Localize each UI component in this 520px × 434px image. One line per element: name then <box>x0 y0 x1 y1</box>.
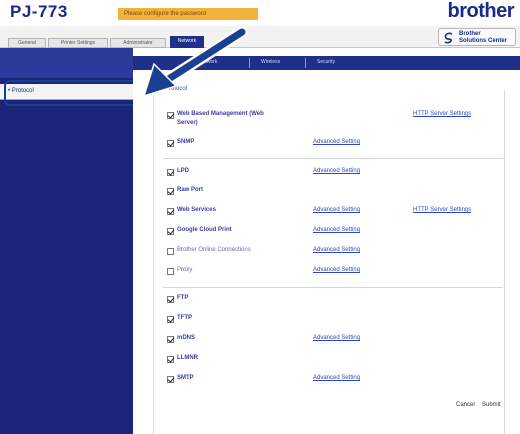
protocol-label: SMTP <box>177 375 194 381</box>
checkbox-mdns[interactable] <box>167 336 174 343</box>
checkbox-smtp[interactable] <box>167 376 174 383</box>
protocol-row-raw-port: Raw Port <box>167 186 497 198</box>
advanced-setting-link[interactable]: Advanced Setting <box>313 139 360 145</box>
checkbox-web-server[interactable] <box>167 112 174 119</box>
tab-general[interactable]: General <box>8 38 46 48</box>
sidebar-header <box>0 48 133 78</box>
protocol-row-proxy: Proxy Advanced Setting <box>167 266 497 278</box>
model-name: PJ-773 <box>10 2 68 21</box>
advanced-setting-link[interactable]: Advanced Setting <box>313 168 360 174</box>
checkbox-proxy[interactable] <box>167 268 174 275</box>
subtab-security[interactable]: Security <box>317 59 335 65</box>
main-tab-bar: General Printer Settings Administrator N… <box>0 26 520 48</box>
subtab-divider <box>305 58 306 68</box>
protocol-highlight-box <box>4 80 149 106</box>
solutions-center-button[interactable]: Brother Solutions Center <box>438 28 516 46</box>
subtab-network[interactable]: Network <box>199 59 217 65</box>
network-subtab-bar: Network Wireless Security <box>133 56 520 70</box>
cancel-button[interactable]: Cancel <box>456 402 475 412</box>
checkbox-raw-port[interactable] <box>167 188 174 195</box>
protocol-row-web-server: Web Based Management (Web Server) HTTP S… <box>167 110 497 126</box>
protocol-label: Web Based Management (Web <box>177 111 264 117</box>
advanced-setting-link[interactable]: Advanced Setting <box>313 247 360 253</box>
checkbox-lpd[interactable] <box>167 169 174 176</box>
checkbox-snmp[interactable] <box>167 140 174 147</box>
section-title: Protocol <box>165 86 188 92</box>
web-based-management-page: PJ-773 Please configure the password bro… <box>0 0 520 434</box>
protocol-row-web-services: Web Services Advanced Setting HTTP Serve… <box>167 206 497 218</box>
advanced-setting-link[interactable]: Advanced Setting <box>313 375 360 381</box>
protocol-row-snmp: SNMP Advanced Setting <box>167 138 497 150</box>
advanced-setting-link[interactable]: Advanced Setting <box>313 207 360 213</box>
checkbox-web-services[interactable] <box>167 208 174 215</box>
protocol-label: Web Services <box>177 207 216 213</box>
tab-printer-settings[interactable]: Printer Settings <box>48 38 108 48</box>
main-content: Protocol Web Based Management (Web Serve… <box>133 70 520 434</box>
section-divider <box>163 287 503 288</box>
brand-logo: brother <box>447 0 515 22</box>
checkbox-tftp[interactable] <box>167 316 174 323</box>
subtab-divider <box>249 58 250 68</box>
protocol-row-smtp: SMTP Advanced Setting <box>167 374 497 386</box>
advanced-setting-link[interactable]: Advanced Setting <box>313 227 360 233</box>
protocol-label: Raw Port <box>177 187 204 193</box>
protocol-row-mdns: mDNS Advanced Setting <box>167 334 497 346</box>
http-server-settings-link[interactable]: HTTP Server Settings <box>413 207 471 213</box>
checkbox-llmnr[interactable] <box>167 356 174 363</box>
advanced-setting-link[interactable]: Advanced Setting <box>313 267 360 273</box>
protocol-label: Brother Online Connections <box>177 247 251 253</box>
checkbox-brother-online[interactable] <box>167 248 174 255</box>
checkbox-ftp[interactable] <box>167 296 174 303</box>
protocol-label: LLMNR <box>177 355 198 361</box>
protocol-label: Proxy <box>177 267 193 273</box>
subtab-wireless[interactable]: Wireless <box>261 59 280 65</box>
solutions-center-icon <box>444 32 453 44</box>
password-notice[interactable]: Please configure the password <box>118 8 258 20</box>
submit-button[interactable]: Submit <box>482 402 501 412</box>
checkbox-google-cloud-print[interactable] <box>167 228 174 235</box>
protocol-label: LPD <box>177 168 189 174</box>
solutions-center-label: Brother Solutions Center <box>459 31 508 44</box>
protocol-row-google-cloud-print: Google Cloud Print Advanced Setting <box>167 226 497 238</box>
section-divider <box>163 158 503 159</box>
protocol-row-ftp: FTP <box>167 294 497 306</box>
protocol-label: mDNS <box>177 335 196 341</box>
protocol-label: TFTP <box>177 315 192 321</box>
protocol-row-tftp: TFTP <box>167 314 497 326</box>
advanced-setting-link[interactable]: Advanced Setting <box>313 335 360 341</box>
protocol-label: SNMP <box>177 139 195 145</box>
tab-administrator[interactable]: Administrator <box>110 38 166 48</box>
protocol-row-brother-online: Brother Online Connections Advanced Sett… <box>167 246 497 258</box>
page-header: PJ-773 Please configure the password bro… <box>0 0 520 26</box>
protocol-row-lpd: LPD Advanced Setting <box>167 167 497 179</box>
protocol-row-llmnr: LLMNR <box>167 354 497 366</box>
protocol-label: FTP <box>177 295 189 301</box>
protocol-label: Google Cloud Print <box>177 227 232 233</box>
http-server-settings-link[interactable]: HTTP Server Settings <box>413 111 471 117</box>
tab-network[interactable]: Network <box>170 36 204 48</box>
protocol-label-cont: Server) <box>177 120 198 126</box>
